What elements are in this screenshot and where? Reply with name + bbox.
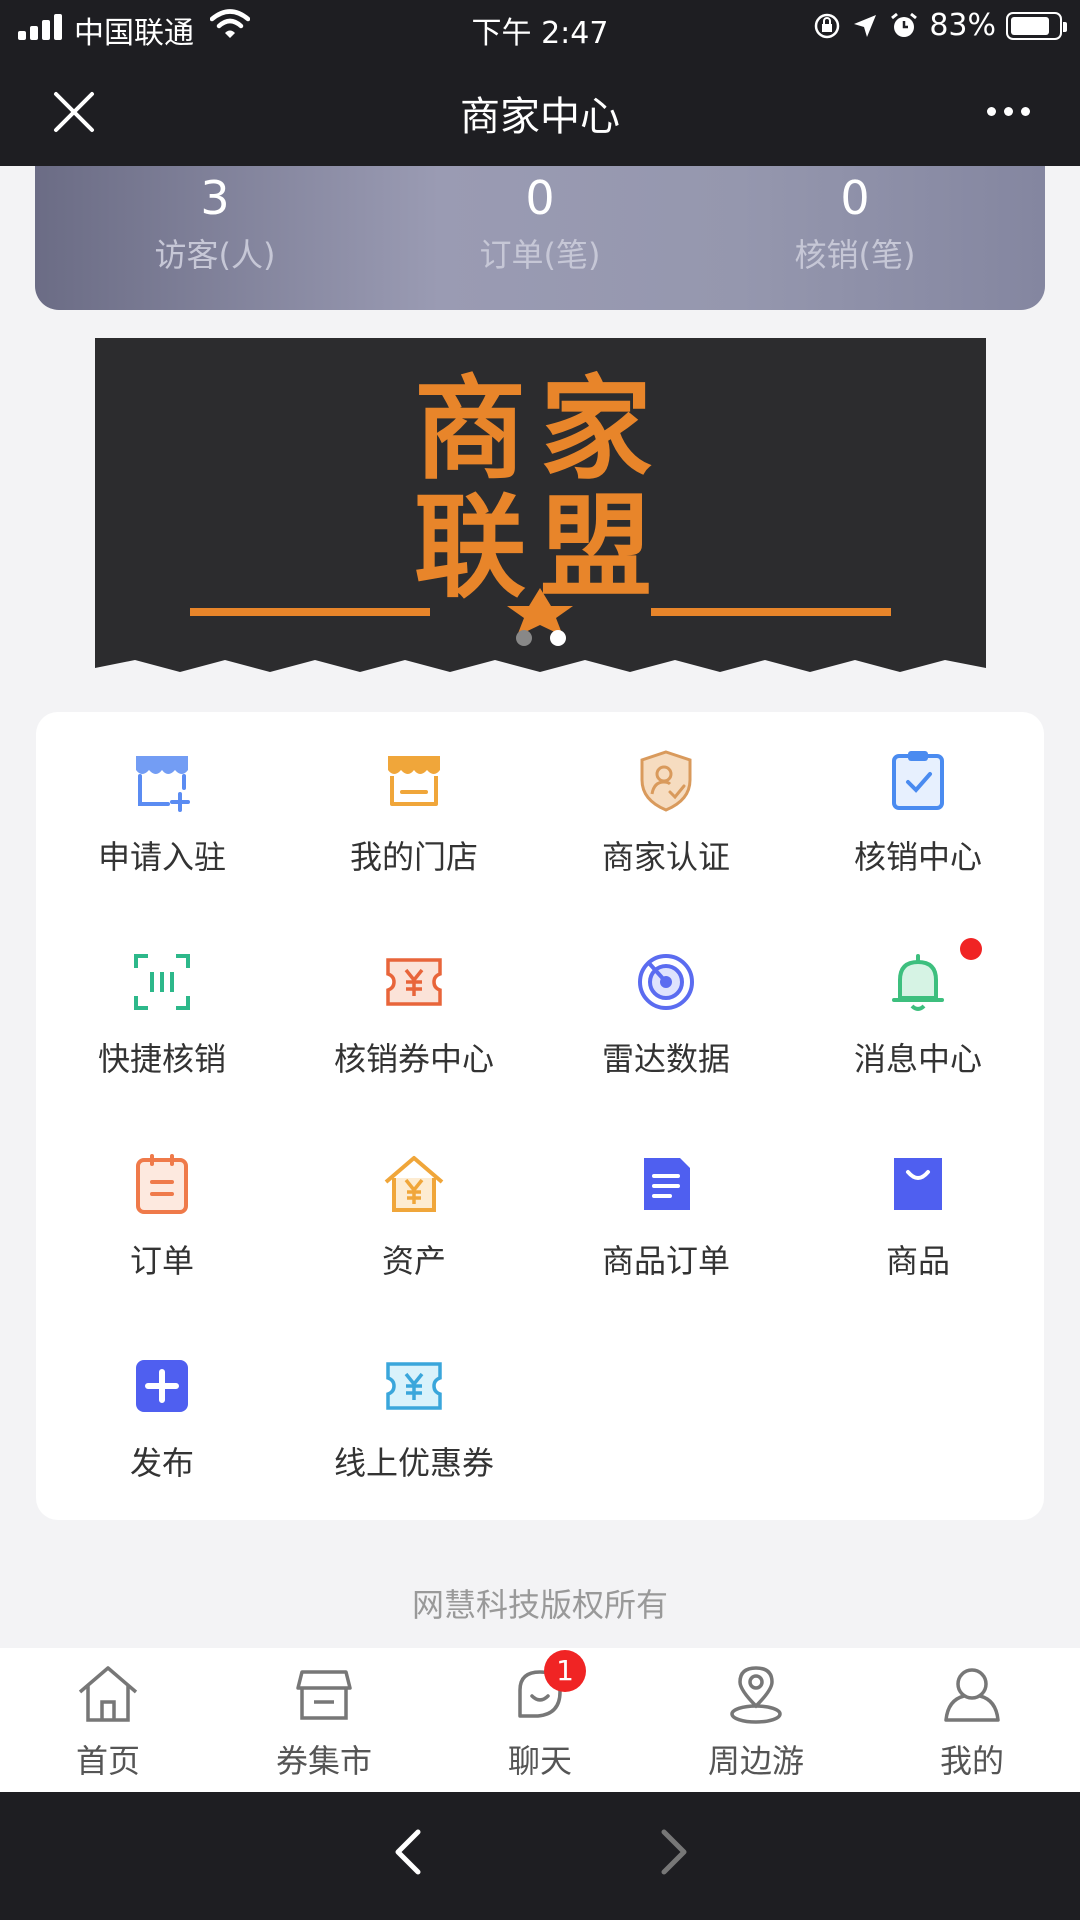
page-title: 商家中心	[460, 94, 620, 140]
grid-item-label: 快捷核销	[97, 1040, 226, 1078]
notification-dot	[960, 938, 982, 960]
stat-redemptions[interactable]: 0 核销(笔)	[695, 166, 1015, 276]
function-grid: 申请入驻 我的门店 商家认证 核销中心 快捷核销 核销券中心 雷达数据 消息中心…	[36, 712, 1044, 1520]
rotation-lock-icon	[815, 13, 840, 38]
grid-item-label: 雷达数据	[601, 1040, 730, 1078]
user-icon	[944, 1668, 1000, 1722]
tab-nearby[interactable]: 周边游	[648, 1648, 864, 1792]
grid-item-label: 商家认证	[601, 838, 730, 876]
copyright-text: 网慧科技版权所有	[411, 1586, 668, 1624]
shield-user-icon	[640, 750, 692, 812]
tab-home[interactable]: 首页	[0, 1648, 216, 1792]
tab-chat[interactable]: 1 聊天	[432, 1648, 648, 1792]
chat-badge: 1	[544, 1650, 586, 1692]
grid-item-assets[interactable]: 资产	[288, 1116, 540, 1318]
tab-profile[interactable]: 我的	[864, 1648, 1080, 1792]
home-icon	[78, 1666, 138, 1722]
more-button[interactable]	[976, 86, 1040, 136]
forward-button[interactable]	[652, 1822, 696, 1882]
grid-item-messages[interactable]: 消息中心	[792, 914, 1044, 1116]
location-icon	[730, 1666, 782, 1724]
order-icon	[136, 1154, 188, 1214]
grid-item-label: 我的门店	[349, 838, 478, 876]
grid-item-certify[interactable]: 商家认证	[540, 712, 792, 914]
location-arrow-icon	[854, 14, 877, 37]
top-bar: 中国联通 下午 2:47 83% 商家中心	[0, 0, 1080, 166]
grid-item-label: 订单	[129, 1242, 194, 1280]
clipboard-check-icon	[892, 751, 944, 810]
stat-orders[interactable]: 0 订单(笔)	[380, 166, 700, 276]
stat-label: 核销(笔)	[794, 236, 916, 274]
tab-label: 首页	[75, 1742, 140, 1780]
bag-icon	[894, 1158, 942, 1210]
grid-item-label: 商品订单	[601, 1242, 730, 1280]
status-bar: 中国联通 下午 2:47 83%	[0, 0, 1080, 56]
store-add-icon	[136, 756, 190, 812]
grid-item-radar[interactable]: 雷达数据	[540, 914, 792, 1116]
plus-icon	[136, 1360, 188, 1412]
grid-item-label: 商品	[885, 1242, 950, 1280]
house-yen-icon	[384, 1156, 444, 1212]
stat-visitors[interactable]: 3 访客(人)	[55, 166, 375, 276]
bell-icon	[892, 954, 944, 1011]
banner-carousel[interactable]: 商家 联盟	[95, 338, 986, 682]
stat-label: 订单(笔)	[479, 236, 601, 274]
grid-item-voucher-center[interactable]: 核销券中心	[288, 914, 540, 1116]
stats-card: 3 访客(人) 0 订单(笔) 0 核销(笔)	[35, 166, 1045, 310]
stat-label: 访客(人)	[154, 236, 276, 274]
stat-value: 3	[200, 171, 230, 225]
battery-icon	[1006, 11, 1067, 40]
header: 商家中心	[0, 56, 1080, 166]
yen-ticket-icon	[386, 958, 442, 1006]
grid-item-product-orders[interactable]: 商品订单	[540, 1116, 792, 1318]
carousel-dots	[95, 630, 986, 646]
tab-label: 我的	[939, 1742, 1004, 1780]
back-button[interactable]	[386, 1822, 430, 1882]
grid-item-quick-redeem[interactable]: 快捷核销	[36, 914, 288, 1116]
grid-item-label: 线上优惠券	[333, 1444, 494, 1482]
stat-value: 0	[525, 171, 555, 225]
alarm-icon	[891, 12, 918, 37]
grid-item-online-coupons[interactable]: 线上优惠券	[288, 1318, 540, 1520]
store-icon	[388, 756, 440, 806]
grid-item-label: 申请入驻	[97, 838, 226, 876]
coupon-icon	[386, 1362, 442, 1410]
tab-label: 聊天	[507, 1742, 572, 1780]
battery-percent: 83%	[929, 8, 996, 43]
market-icon	[296, 1670, 352, 1720]
scan-icon	[134, 954, 190, 1010]
grid-item-my-store[interactable]: 我的门店	[288, 712, 540, 914]
tab-label: 券集市	[275, 1742, 372, 1780]
grid-item-label: 资产	[381, 1242, 446, 1280]
tab-bar: 首页 券集市 1 聊天 周边游 我的	[0, 1648, 1080, 1792]
browser-nav-bar	[0, 1792, 1080, 1920]
grid-item-label: 核销中心	[853, 838, 982, 876]
stat-value: 0	[840, 171, 870, 225]
tab-label: 周边游	[707, 1742, 804, 1780]
more-icon	[986, 106, 996, 116]
tab-market[interactable]: 券集市	[216, 1648, 432, 1792]
grid-item-redeem-center[interactable]: 核销中心	[792, 712, 1044, 914]
grid-item-publish[interactable]: 发布	[36, 1318, 288, 1520]
carousel-dot[interactable]	[515, 630, 532, 646]
radar-icon	[638, 954, 694, 1010]
carousel-dot-active[interactable]	[549, 630, 566, 646]
grid-item-orders[interactable]: 订单	[36, 1116, 288, 1318]
grid-item-label: 消息中心	[853, 1040, 982, 1078]
grid-item-products[interactable]: 商品	[792, 1116, 1044, 1318]
grid-item-label: 发布	[129, 1444, 194, 1482]
grid-item-apply[interactable]: 申请入驻	[36, 712, 288, 914]
document-icon	[644, 1158, 690, 1210]
grid-item-label: 核销券中心	[333, 1040, 494, 1078]
svg-text:商家: 商家	[414, 365, 666, 495]
